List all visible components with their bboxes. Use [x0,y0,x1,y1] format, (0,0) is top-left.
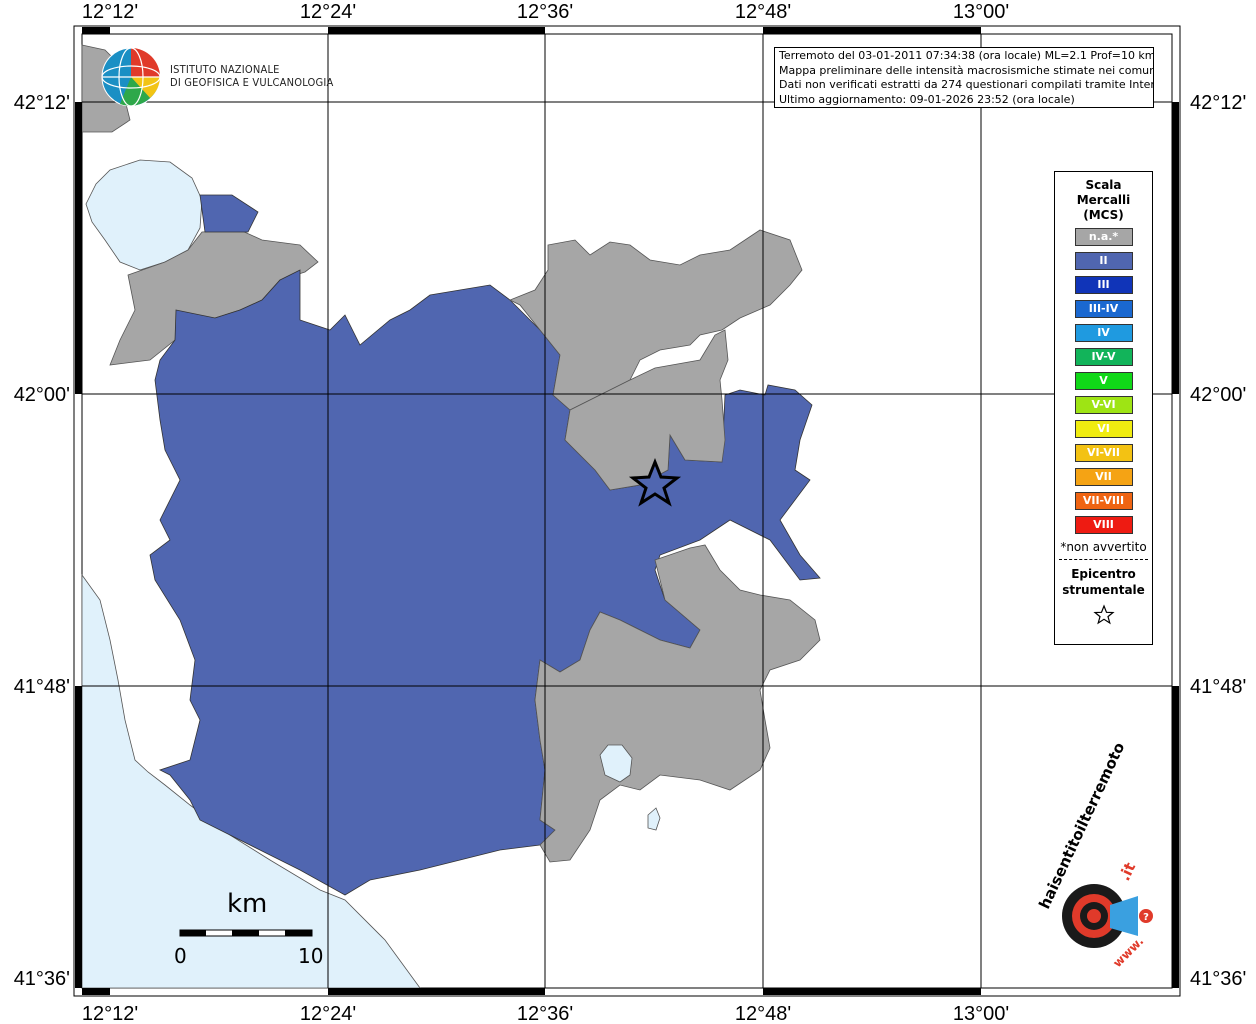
info-line-2: Mappa preliminare delle intensità macros… [779,63,1154,77]
lat-label-left: 42°12' [14,92,70,114]
longitude-labels-bottom: 12°12' 12°24' 12°36' 12°48' 13°00' [82,1003,1009,1024]
longitude-labels-top: 12°12' 12°24' 12°36' 12°48' 13°00' [82,1,1009,23]
legend-item: VI [1074,420,1133,438]
lat-label-right: 42°00' [1190,384,1246,406]
legend-epicenter-line-2: strumentale [1062,583,1145,597]
legend-title-line-2: Mercalli [1076,193,1131,207]
lon-label-top: 12°36' [517,1,573,23]
lon-label-bottom: 12°24' [300,1003,356,1024]
lon-label-top: 12°12' [82,1,138,23]
lon-label-bottom: 13°00' [953,1003,1009,1024]
legend-item: IV-V [1074,348,1133,366]
legend-item: II [1074,252,1133,270]
legend-star-icon [1092,604,1115,625]
legend-separator [1059,559,1148,560]
lon-label-bottom: 12°48' [735,1003,791,1024]
lat-label-left: 41°48' [14,676,70,698]
info-line-3: Dati non verificati estratti da 274 ques… [779,78,1154,91]
logo-line-2: DI GEOFISICA E VULCANOLOGIA [170,76,334,89]
legend-epicenter-line-1: Epicentro [1071,567,1136,581]
legend-title-line-3: (MCS) [1083,208,1124,222]
latitude-labels-left: 42°12' 42°00' 41°48' 41°36' [14,92,70,990]
legend-item: V [1074,372,1133,390]
lat-label-left: 42°00' [14,384,70,406]
scale-bar-end: 10 [298,944,324,968]
legend-epicenter-label: Epicentro strumentale [1055,566,1152,598]
scale-bar-unit: km [227,889,268,919]
legend-title: Scala Mercalli (MCS) [1055,178,1152,223]
intensity-legend: Scala Mercalli (MCS) n.a.* II III III-IV IV I… [1054,171,1153,645]
ingv-logo-icon [101,47,161,107]
event-info-box: Terremoto del 03-01-2011 07:34:38 (ora l… [774,47,1154,108]
scale-bar-start: 0 [174,944,187,968]
lon-label-bottom: 12°12' [82,1003,138,1024]
legend-item: VII-VIII [1074,492,1133,510]
legend-item: III [1074,276,1133,294]
ingv-logo-text: ISTITUTO NAZIONALE DI GEOFISICA E VULCAN… [170,63,333,89]
lat-label-right: 41°48' [1190,676,1246,698]
lon-label-top: 12°24' [300,1,356,23]
scale-bar [179,929,313,937]
legend-title-line-1: Scala [1085,178,1122,192]
lat-label-right: 42°12' [1190,92,1246,114]
legend-items: n.a.* II III III-IV IV IV-V V V-VI VI VI-VII VII VI… [1055,228,1152,534]
legend-item: VI-VII [1074,444,1133,462]
lat-label-left: 41°36' [14,968,70,990]
legend-item: n.a.* [1074,228,1133,246]
info-line-4: Ultimo aggiornamento: 09-01-2026 23:52 (… [779,92,1075,106]
lat-label-right: 41°36' [1190,968,1246,990]
logo-line-1: ISTITUTO NAZIONALE [170,63,280,76]
legend-item: IV [1074,324,1133,342]
legend-item: VIII [1074,516,1133,534]
legend-item: V-VI [1074,396,1133,414]
lon-label-bottom: 12°36' [517,1003,573,1024]
legend-note: *non avvertito [1060,540,1147,554]
lon-label-top: 12°48' [735,1,791,23]
latitude-labels-right: 42°12' 42°00' 41°48' 41°36' [1190,92,1246,990]
svg-text:?: ? [1143,912,1149,923]
legend-item: VII [1074,468,1133,486]
lon-label-top: 13°00' [953,1,1009,23]
legend-item: III-IV [1074,300,1133,318]
info-line-1: Terremoto del 03-01-2011 07:34:38 (ora l… [779,49,1154,62]
